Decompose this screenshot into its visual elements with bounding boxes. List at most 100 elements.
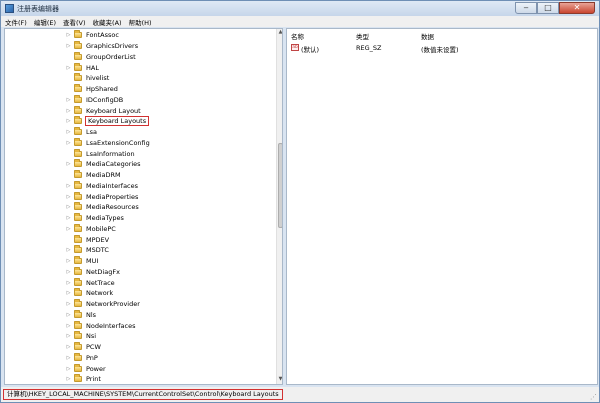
scroll-down-arrow-icon[interactable]: ▼ [277, 376, 282, 384]
tree-item[interactable]: ▷ Nsi [65, 331, 97, 342]
tree-item[interactable]: ▷ NetTrace [65, 277, 116, 288]
tree-item[interactable]: MediaDRM [65, 170, 122, 181]
tree-item-label: NetDiagFx [86, 267, 120, 276]
tree-item-label: MPDEV [86, 235, 110, 244]
expand-arrow-icon[interactable]: ▷ [65, 183, 72, 189]
folder-icon [74, 213, 82, 222]
tree-item[interactable]: GroupOrderList [65, 51, 137, 63]
tree-item[interactable]: ▷ Network [65, 288, 114, 299]
column-header-data[interactable]: 数据 [421, 31, 434, 41]
expand-arrow-icon[interactable]: ▷ [65, 269, 72, 275]
column-header-type[interactable]: 类型 [356, 31, 369, 41]
expand-arrow-icon[interactable]: ▷ [65, 355, 72, 361]
expand-arrow-icon[interactable]: ▷ [65, 129, 72, 135]
menu-edit[interactable]: 编辑(E) [34, 17, 56, 27]
folder-icon [74, 159, 82, 168]
expand-arrow-icon[interactable]: ▷ [65, 161, 72, 167]
scroll-up-arrow-icon[interactable]: ▲ [277, 29, 282, 37]
expand-arrow-icon[interactable]: ▷ [65, 290, 72, 296]
tree-item-label: MediaTypes [86, 214, 124, 223]
menu-file[interactable]: 文件(F) [5, 17, 27, 27]
expand-arrow-icon[interactable]: ▷ [65, 333, 72, 339]
tree-item-label: HAL [86, 63, 99, 72]
folder-icon [74, 94, 82, 103]
tree-item[interactable]: ▷ LsaExtensionConfig [65, 137, 151, 149]
tree-item[interactable]: ▷ MediaResources [65, 202, 140, 213]
tree-item[interactable]: ▷ HAL [65, 62, 100, 73]
tree-item[interactable]: MPDEV [65, 234, 110, 245]
tree-item[interactable]: ▷ Keyboard Layouts [65, 116, 150, 127]
expand-arrow-icon[interactable]: ▷ [65, 301, 72, 307]
expand-arrow-icon[interactable]: ▷ [65, 204, 72, 210]
tree-item[interactable]: ▷ IDConfigDB [65, 94, 124, 106]
tree-item[interactable]: ▷ NodeInterfaces [65, 320, 136, 331]
expand-arrow-icon[interactable]: ▷ [65, 140, 72, 146]
tree-item[interactable]: ▷ MSDTC [65, 245, 110, 256]
folder-icon [74, 116, 82, 125]
expand-arrow-icon[interactable]: ▷ [65, 32, 72, 38]
menu-favorites[interactable]: 收藏夹(A) [93, 17, 122, 27]
tree-item[interactable]: ▷ MUI [65, 256, 99, 267]
value-row[interactable]: ab (默认) REG_SZ (数值未设置) [287, 43, 597, 54]
minimize-button[interactable]: ‒ [515, 2, 537, 14]
maximize-button[interactable]: □ [537, 2, 559, 14]
expand-arrow-icon[interactable]: ▷ [65, 215, 72, 221]
tree-item[interactable]: ▷ Nls [65, 309, 97, 321]
value-data: (数值未设置) [421, 46, 459, 54]
tree-item[interactable]: ▷ NetDiagFx [65, 266, 121, 278]
expand-arrow-icon[interactable]: ▷ [65, 43, 72, 49]
expand-arrow-icon[interactable]: ▷ [65, 108, 72, 114]
tree-item[interactable]: ▷ NetworkProvider [65, 299, 141, 310]
folder-icon [74, 191, 82, 200]
tree-item[interactable]: ▷ Lsa [65, 127, 98, 138]
expand-arrow-icon[interactable]: ▷ [65, 226, 72, 232]
menu-help[interactable]: 帮助(H) [129, 17, 152, 27]
tree-item[interactable]: ▷ MobilePC [65, 223, 117, 235]
folder-icon [74, 202, 82, 211]
folder-icon [74, 137, 82, 146]
expand-arrow-icon[interactable]: ▷ [65, 323, 72, 329]
tree-item[interactable]: ▷ Power [65, 363, 107, 374]
resize-grip-icon[interactable]: ⋰ [590, 393, 597, 401]
tree-item[interactable]: ▷ Keyboard Layout [65, 105, 142, 116]
values-pane[interactable]: 名称 类型 数据 ab (默认) REG_SZ (数值未设置) [286, 28, 598, 385]
tree-item-label: MediaDRM [86, 171, 121, 180]
menu-view[interactable]: 查看(V) [63, 17, 86, 27]
tree-item[interactable]: ▷ MediaTypes [65, 213, 125, 224]
folder-icon [74, 73, 82, 82]
close-button[interactable]: ✕ [559, 2, 595, 14]
tree-vertical-scrollbar[interactable]: ▲ ▼ [276, 29, 282, 384]
tree-item[interactable]: ▷ PnP [65, 352, 99, 364]
expand-arrow-icon[interactable]: ▷ [65, 280, 72, 286]
tree-item[interactable]: ▷ GraphicsDrivers [65, 41, 139, 52]
expand-arrow-icon[interactable]: ▷ [65, 247, 72, 253]
tree-item[interactable]: ▷ Print [65, 374, 102, 384]
expand-arrow-icon[interactable]: ▷ [65, 194, 72, 200]
expand-arrow-icon[interactable]: ▷ [65, 344, 72, 350]
tree-item[interactable]: HpShared [65, 84, 119, 95]
tree-item[interactable]: ▷ MediaCategories [65, 159, 142, 170]
column-header-name[interactable]: 名称 [291, 31, 304, 41]
expand-arrow-icon[interactable]: ▷ [65, 118, 72, 124]
tree-item-label: Print [86, 375, 101, 384]
folder-icon [74, 256, 82, 265]
registry-tree-pane[interactable]: ▲ ▼ ▷ FontAssoc ▷ GraphicsDrivers GroupOrder… [4, 28, 283, 385]
folder-icon [74, 245, 82, 254]
scroll-thumb[interactable] [278, 143, 282, 228]
string-value-icon: ab [291, 44, 299, 51]
expand-arrow-icon[interactable]: ▷ [65, 65, 72, 71]
tree-item[interactable]: ▷ MediaInterfaces [65, 180, 139, 192]
expand-arrow-icon[interactable]: ▷ [65, 97, 72, 103]
tree-item[interactable]: ▷ MediaProperties [65, 191, 139, 202]
tree-item-label: Nls [86, 310, 97, 319]
tree-item[interactable]: ▷ FontAssoc [65, 30, 120, 41]
tree-item[interactable]: LsaInformation [65, 148, 136, 159]
expand-arrow-icon[interactable]: ▷ [65, 258, 72, 264]
expand-arrow-icon[interactable]: ▷ [65, 366, 72, 372]
tree-item[interactable]: hivelist [65, 73, 110, 84]
expand-arrow-icon[interactable]: ▷ [65, 376, 72, 382]
folder-icon [74, 223, 82, 232]
expand-arrow-icon[interactable]: ▷ [65, 312, 72, 318]
title-bar[interactable]: 注册表编辑器 ‒ □ ✕ [1, 1, 599, 16]
tree-item[interactable]: ▷ PCW [65, 342, 102, 353]
